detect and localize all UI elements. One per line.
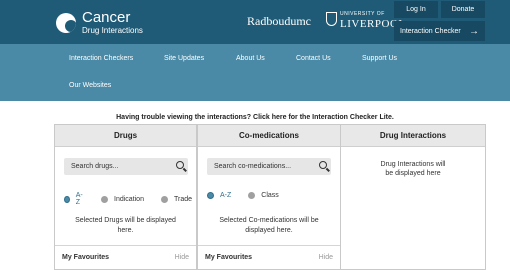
search-icon[interactable] <box>176 161 184 169</box>
comedication-search-placeholder: Search co-medications... <box>214 163 292 170</box>
donate-button[interactable]: Donate <box>441 1 485 18</box>
nav-about-us[interactable]: About Us <box>236 55 265 62</box>
radboudumc-logo[interactable]: Radboudumc <box>247 14 311 29</box>
brand-subtitle: Drug Interactions <box>82 26 143 35</box>
radio-selected-icon <box>207 192 214 199</box>
drugs-favourites-label: My Favourites <box>62 254 110 261</box>
search-icon[interactable] <box>319 161 327 169</box>
site-header: Cancer Drug Interactions Radboudumc UNIV… <box>0 0 510 44</box>
nav-interaction-checkers[interactable]: Interaction Checkers <box>69 55 133 62</box>
comedication-filter-class[interactable]: Class <box>248 192 279 199</box>
drug-filter-trade[interactable]: Trade <box>160 195 192 203</box>
nav-contact-us[interactable]: Contact Us <box>296 55 331 62</box>
brand-title: Cancer <box>82 9 131 26</box>
nav-support-us[interactable]: Support Us <box>362 55 397 62</box>
drugs-favourites-hide-link[interactable]: Hide <box>175 254 189 261</box>
arrow-right-icon: → <box>469 25 479 37</box>
drug-filter-radios: A-Z Indication Trade <box>64 192 209 206</box>
radio-icon <box>160 195 168 203</box>
drug-interactions-panel-title: Drug Interactions <box>341 125 485 147</box>
drugs-favourites-bar: My Favourites Hide <box>55 245 196 269</box>
comedication-search-input[interactable]: Search co-medications... <box>207 158 331 175</box>
nav-site-updates[interactable]: Site Updates <box>164 55 204 62</box>
comedications-empty-text: Selected Co-medications will be displaye… <box>219 217 319 234</box>
comedication-filter-radios: A-Z Class <box>207 192 296 199</box>
drug-search-input[interactable]: Search drugs... <box>64 158 188 175</box>
drug-filter-indication[interactable]: Indication <box>101 195 144 203</box>
drug-search-placeholder: Search drugs... <box>71 163 119 170</box>
drug-interactions-panel: Drug Interactions Drug Interactions will… <box>340 124 486 270</box>
comedications-panel-title: Co-medications <box>198 125 340 147</box>
main-nav: Interaction Checkers Site Updates About … <box>0 44 510 101</box>
interaction-checker-label: Interaction Checker <box>400 27 461 35</box>
radio-icon <box>101 195 108 203</box>
nav-our-websites[interactable]: Our Websites <box>69 82 111 89</box>
logo-icon <box>56 12 76 33</box>
login-button[interactable]: Log In <box>394 1 438 18</box>
comedications-panel: Co-medications Search co-medications... … <box>197 124 341 270</box>
drug-interactions-empty-text: Drug Interactions will be displayed here <box>380 161 446 177</box>
comedications-favourites-label: My Favourites <box>205 254 253 261</box>
comedications-favourites-bar: My Favourites Hide <box>198 245 340 269</box>
drugs-empty-text: Selected Drugs will be displayed here. <box>75 217 176 234</box>
checker-lite-link[interactable]: Having trouble viewing the interactions?… <box>0 114 510 121</box>
drug-filter-az[interactable]: A-Z <box>64 192 84 206</box>
liverpool-crest-icon <box>326 12 337 26</box>
drugs-panel-title: Drugs <box>55 125 196 147</box>
drugs-panel: Drugs Search drugs... A-Z Indication Tra… <box>54 124 197 270</box>
radio-icon <box>248 192 256 199</box>
cancer-drug-interactions-logo[interactable]: Cancer Drug Interactions <box>56 10 143 35</box>
comedication-filter-az[interactable]: A-Z <box>207 192 231 199</box>
comedications-favourites-hide-link[interactable]: Hide <box>319 254 333 261</box>
radio-selected-icon <box>64 195 70 203</box>
interaction-checker-button[interactable]: Interaction Checker → <box>394 21 485 41</box>
